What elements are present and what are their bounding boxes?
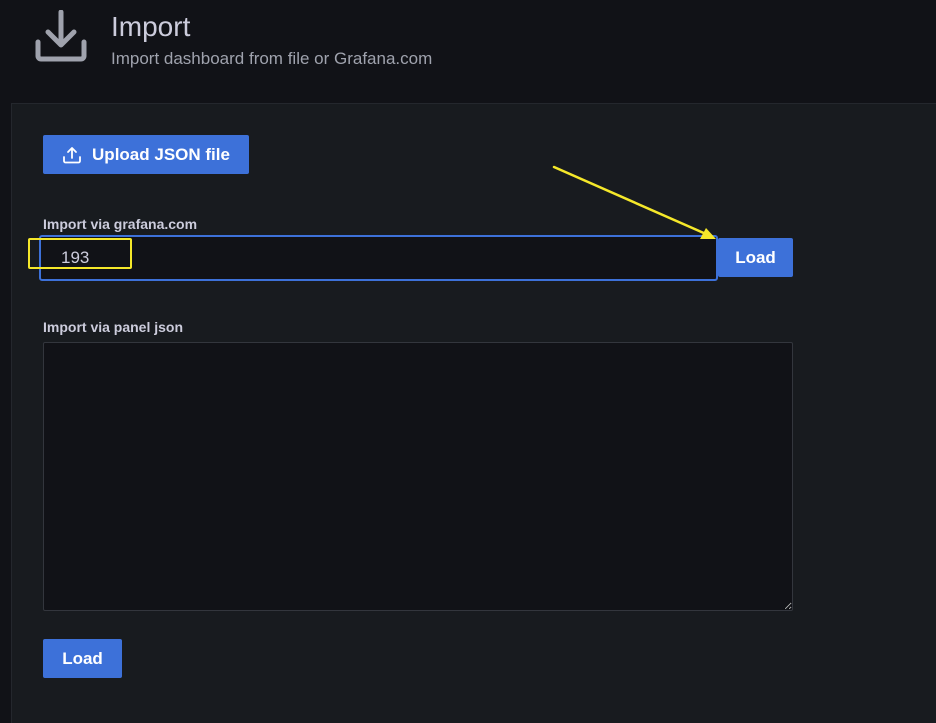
upload-icon (63, 146, 81, 163)
panel-json-load-button[interactable]: Load (43, 639, 122, 678)
grafana-com-load-button[interactable]: Load (718, 238, 793, 277)
import-page: Import Import dashboard from file or Gra… (0, 0, 936, 723)
upload-json-label: Upload JSON file (92, 144, 230, 164)
download-icon (35, 10, 87, 62)
panel-json-label: Import via panel json (43, 319, 184, 335)
panel-json-textarea[interactable] (43, 342, 793, 611)
grafana-com-label: Import via grafana.com (43, 216, 198, 232)
import-panel: Upload JSON file Import via grafana.com … (11, 103, 936, 723)
upload-json-button[interactable]: Upload JSON file (43, 135, 249, 174)
grafana-com-input[interactable] (39, 235, 718, 281)
page-subtitle: Import dashboard from file or Grafana.co… (111, 49, 433, 68)
page-title: Import (111, 11, 191, 42)
page-header: Import Import dashboard from file or Gra… (0, 0, 936, 103)
